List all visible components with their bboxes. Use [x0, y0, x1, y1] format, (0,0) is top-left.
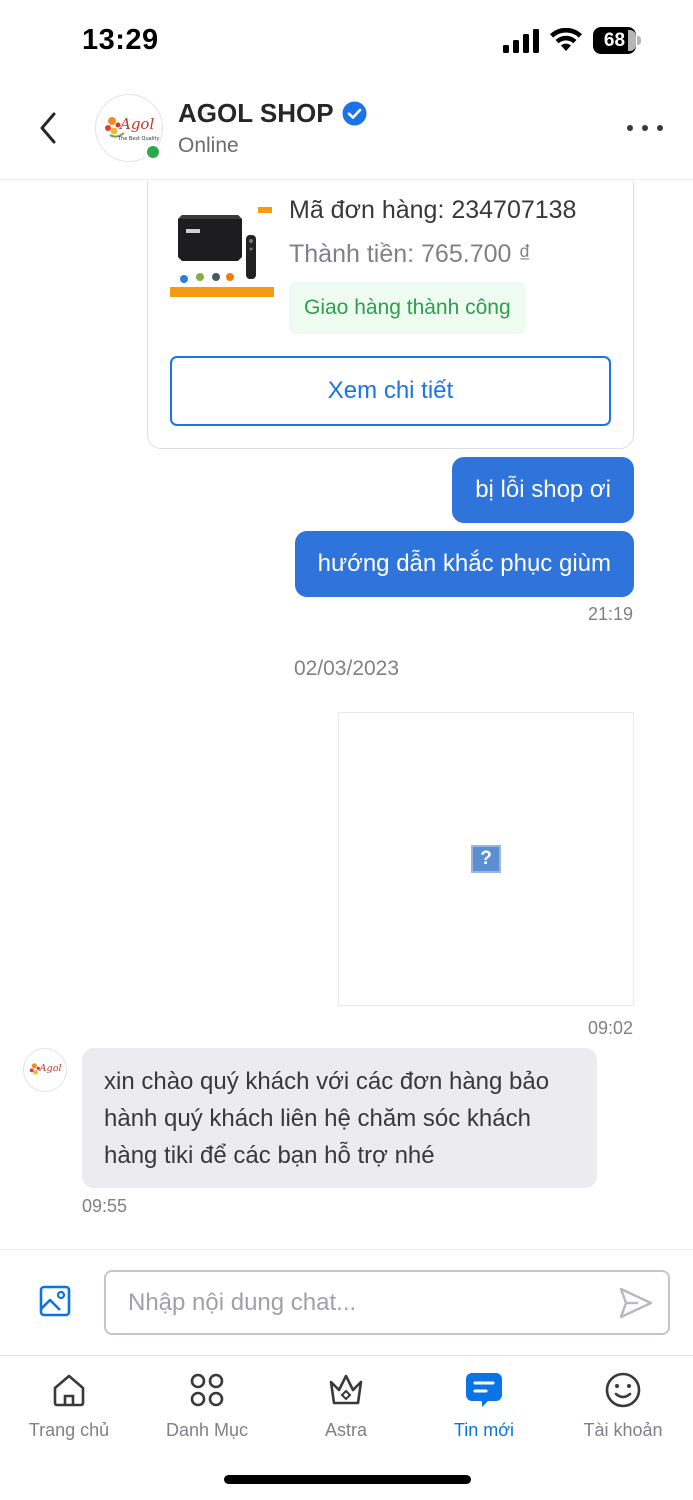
nav-categories[interactable]: Danh Mục: [138, 1370, 276, 1450]
shop-online-status: Online: [178, 134, 239, 157]
home-indicator[interactable]: [224, 1475, 471, 1484]
message-time: 09:02: [587, 1018, 633, 1038]
status-icons: 68: [503, 27, 641, 54]
status-bar: 13:29 68: [0, 0, 693, 80]
nav-messages[interactable]: Tin mới: [415, 1370, 553, 1450]
shop-name-text: AGOL SHOP: [178, 98, 334, 128]
chat-icon: [466, 1373, 502, 1407]
crown-icon: [329, 1374, 363, 1405]
image-message[interactable]: ?: [338, 712, 634, 1006]
nav-astra[interactable]: Astra: [277, 1370, 415, 1450]
more-options-icon[interactable]: [627, 118, 663, 138]
nav-label: Tài khoản: [583, 1420, 663, 1440]
outgoing-message[interactable]: hướng dẫn khắc phục giùm: [294, 531, 634, 597]
order-card: Mã đơn hàng: 234707138 Thành tiền: 765.7…: [147, 181, 634, 449]
avatar-tagline: The Best Quality: [117, 136, 159, 142]
view-detail-button[interactable]: Xem chi tiết: [170, 356, 611, 426]
order-total: Thành tiền: 765.700 ₫: [289, 240, 532, 268]
chat-input-bar: [0, 1249, 693, 1355]
incoming-message[interactable]: xin chào quý khách với các đơn hàng bảo …: [82, 1048, 597, 1188]
home-icon: [53, 1374, 85, 1407]
order-id: Mã đơn hàng: 234707138: [289, 196, 577, 224]
avatar-logo-text: Agol: [118, 115, 154, 133]
date-separator: 02/03/2023: [293, 657, 400, 680]
order-status-badge: Giao hàng thành công: [289, 282, 526, 334]
product-thumbnail[interactable]: [170, 205, 274, 297]
battery-icon: 68: [593, 27, 641, 54]
send-icon[interactable]: [618, 1286, 654, 1320]
nav-account[interactable]: Tài khoản: [554, 1370, 692, 1450]
verified-badge-icon: [342, 101, 367, 126]
nav-label: Danh Mục: [165, 1420, 249, 1440]
nav-label: Trang chủ: [28, 1420, 110, 1440]
avatar-logo-text: Agol: [39, 1063, 62, 1074]
grid-icon: [190, 1373, 224, 1407]
outgoing-message[interactable]: bị lỗi shop ơi: [452, 457, 634, 523]
wifi-icon: [550, 28, 582, 51]
chat-message-input[interactable]: [104, 1270, 670, 1335]
back-arrow-icon[interactable]: [32, 108, 68, 148]
nav-label: Tin mới: [453, 1420, 515, 1440]
message-time: 09:55: [82, 1196, 128, 1216]
message-time: 21:19: [587, 604, 633, 624]
chat-header: Agol The Best Quality AGOL SHOP Online: [0, 80, 693, 180]
status-time: 13:29: [82, 24, 159, 56]
image-attach-icon[interactable]: [38, 1284, 72, 1318]
broken-image-icon: ?: [471, 845, 501, 873]
shop-logo-icon: Agol: [29, 1063, 62, 1075]
chat-messages[interactable]: Mã đơn hàng: 234707138 Thành tiền: 765.7…: [0, 181, 693, 1249]
shop-name[interactable]: AGOL SHOP: [178, 98, 367, 129]
nav-label: Astra: [324, 1420, 367, 1440]
shop-avatar-small: Agol: [23, 1048, 67, 1092]
online-status-dot: [144, 143, 162, 161]
smiley-icon: [605, 1372, 641, 1408]
cellular-signal-icon: [503, 28, 539, 53]
nav-home[interactable]: Trang chủ: [0, 1370, 138, 1450]
